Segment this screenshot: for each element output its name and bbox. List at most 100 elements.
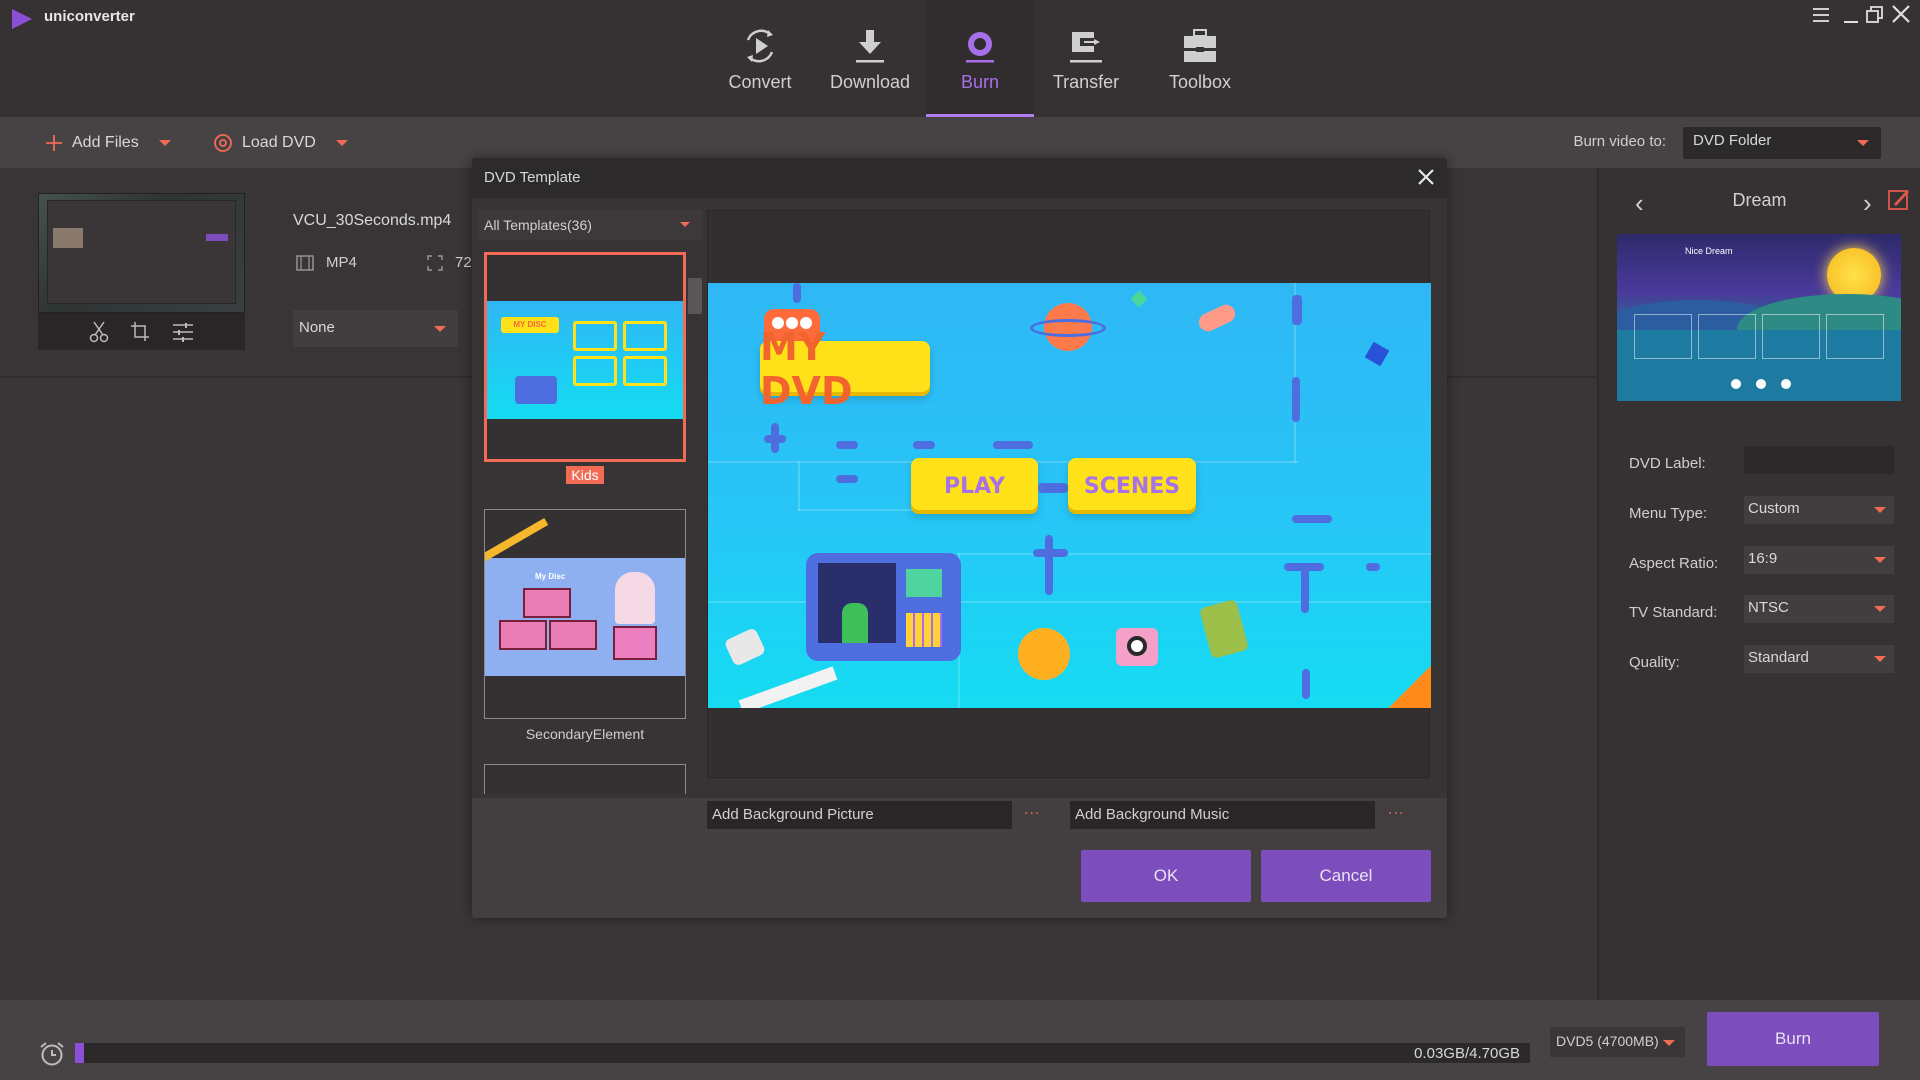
minimize-icon[interactable]	[1838, 2, 1864, 28]
restore-icon[interactable]	[1862, 2, 1888, 28]
trim-icon[interactable]	[89, 321, 109, 343]
alarm-clock-icon[interactable]	[38, 1040, 66, 1068]
background-picture-placeholder: Add Background Picture	[712, 806, 874, 823]
close-icon[interactable]	[1888, 2, 1914, 28]
nav-download-label: Download	[829, 72, 911, 92]
app-name: uniconverter	[44, 8, 135, 25]
disc-usage-fill	[75, 1043, 85, 1063]
template-caption-kids: Kids	[478, 466, 692, 484]
menu-type-label: Menu Type:	[1629, 505, 1708, 522]
chevron-down-icon	[434, 325, 446, 332]
camera-character	[1116, 628, 1158, 666]
menu-type-select[interactable]: Custom	[1744, 496, 1894, 524]
secondary-art-title: My Disc	[535, 572, 566, 581]
template-caption-secondaryelement: SecondaryElement	[525, 726, 645, 742]
dialog-title: DVD Template	[484, 169, 581, 186]
template-preview-title: Nice Dream	[1685, 246, 1733, 256]
browse-picture-button[interactable]: ...	[1024, 801, 1040, 819]
burn-button[interactable]: Burn	[1707, 1012, 1879, 1066]
nav-convert-label: Convert	[728, 72, 792, 92]
menu-type-value: Custom	[1748, 500, 1800, 517]
dialog-header: DVD Template	[472, 158, 1447, 198]
template-filter-select[interactable]: All Templates(36)	[478, 210, 702, 240]
app-logo-icon	[12, 9, 32, 29]
dvd-disc-icon	[214, 133, 232, 152]
tv-standard-select[interactable]: NTSC	[1744, 595, 1894, 623]
chevron-down-icon	[680, 222, 690, 227]
gameboy-character	[1198, 598, 1250, 660]
nav-burn[interactable]: Burn	[926, 0, 1034, 117]
template-filter-value: All Templates(36)	[484, 217, 592, 233]
background-picture-input[interactable]: Add Background Picture	[707, 801, 1012, 829]
load-dvd-button[interactable]: Load DVD	[213, 117, 348, 168]
download-icon	[856, 30, 884, 63]
nav-convert[interactable]: Convert	[706, 0, 814, 117]
chevron-down-icon	[1874, 507, 1886, 513]
load-dvd-label: Load DVD	[242, 133, 316, 151]
template-list: MY DISC Kids My Disc SecondaryElement	[478, 246, 702, 794]
nav-transfer[interactable]: Transfer	[1032, 0, 1140, 117]
chevron-down-icon	[1857, 140, 1869, 146]
disc-type-value: DVD5 (4700MB)	[1556, 1033, 1659, 1049]
background-music-input[interactable]: Add Background Music	[1070, 801, 1375, 829]
resolution-icon	[427, 254, 443, 271]
browse-music-button[interactable]: ...	[1388, 801, 1404, 819]
file-resolution-value: 72	[455, 254, 472, 271]
template-list-scrollbar[interactable]	[688, 278, 702, 314]
file-resolution: 72	[427, 254, 472, 271]
quality-label: Quality:	[1629, 654, 1680, 671]
preview-play-text: PLAY	[911, 458, 1038, 514]
menu-icon[interactable]	[1808, 2, 1834, 28]
nav-toolbox-label: Toolbox	[1168, 72, 1232, 92]
ok-button[interactable]: OK	[1081, 850, 1251, 902]
toolbox-icon	[1184, 29, 1216, 62]
aspect-ratio-select[interactable]: 16:9	[1744, 546, 1894, 574]
quality-select[interactable]: Standard	[1744, 645, 1894, 673]
blob-character	[1018, 628, 1070, 680]
aspect-ratio-label: Aspect Ratio:	[1629, 555, 1719, 572]
file-name: VCU_30Seconds.mp4	[293, 212, 452, 229]
cancel-button[interactable]: Cancel	[1261, 850, 1431, 902]
quality-value: Standard	[1748, 649, 1809, 666]
convert-icon	[746, 29, 774, 63]
template-name-kids: Kids	[566, 466, 604, 484]
file-format: MP4	[296, 254, 357, 271]
nav-transfer-label: Transfer	[1052, 72, 1120, 92]
tv-standard-label: TV Standard:	[1629, 604, 1718, 621]
chevron-down-icon	[1874, 606, 1886, 612]
add-files-dropdown-icon[interactable]	[158, 139, 171, 146]
edit-template-icon[interactable]	[1888, 188, 1910, 210]
burn-to-value: DVD Folder	[1693, 132, 1772, 149]
secondaryelement-template-art: My Disc	[485, 518, 685, 676]
subtitle-select[interactable]: None	[293, 310, 458, 347]
dvd-settings-panel: ‹ Dream › Nice Dream DVD Label: Menu Typ…	[1597, 168, 1920, 1000]
nav-download[interactable]: Download	[816, 0, 924, 117]
template-preview-image: MY DVD PLAY SCENES	[708, 283, 1431, 708]
dvd-label-label: DVD Label:	[1629, 455, 1706, 472]
template-card-kids[interactable]: MY DISC	[484, 252, 686, 462]
crop-icon[interactable]	[130, 321, 150, 343]
chevron-down-icon	[1874, 557, 1886, 563]
title-bar: uniconverter Convert Download Burn Trans…	[0, 0, 1920, 117]
effects-icon[interactable]	[172, 321, 194, 343]
nav-toolbox[interactable]: Toolbox	[1146, 0, 1254, 117]
add-files-label: Add Files	[72, 133, 139, 151]
template-card-3[interactable]: My Disc	[484, 764, 686, 794]
kids-template-art: MY DISC	[487, 301, 683, 419]
load-dvd-dropdown-icon[interactable]	[335, 139, 348, 146]
disc-type-select[interactable]: DVD5 (4700MB)	[1550, 1027, 1685, 1057]
plus-icon	[46, 134, 62, 151]
background-music-placeholder: Add Background Music	[1075, 806, 1230, 823]
next-template-button[interactable]: ›	[1863, 188, 1872, 219]
template-card-secondaryelement[interactable]: My Disc	[484, 509, 686, 719]
burn-to-label: Burn video to:	[1573, 133, 1666, 150]
dvd-template-dialog: DVD Template All Templates(36) MY DISC K…	[472, 158, 1447, 918]
thumbnail-tools	[38, 313, 245, 350]
burn-disc-icon	[966, 32, 994, 63]
burn-to-select[interactable]: DVD Folder	[1683, 127, 1881, 159]
add-files-button[interactable]: Add Files	[45, 117, 171, 168]
video-thumbnail[interactable]	[38, 193, 245, 313]
template-preview-pane: MY DVD PLAY SCENES	[707, 210, 1431, 778]
dvd-label-input[interactable]	[1744, 446, 1894, 474]
dialog-close-icon[interactable]	[1415, 166, 1437, 188]
